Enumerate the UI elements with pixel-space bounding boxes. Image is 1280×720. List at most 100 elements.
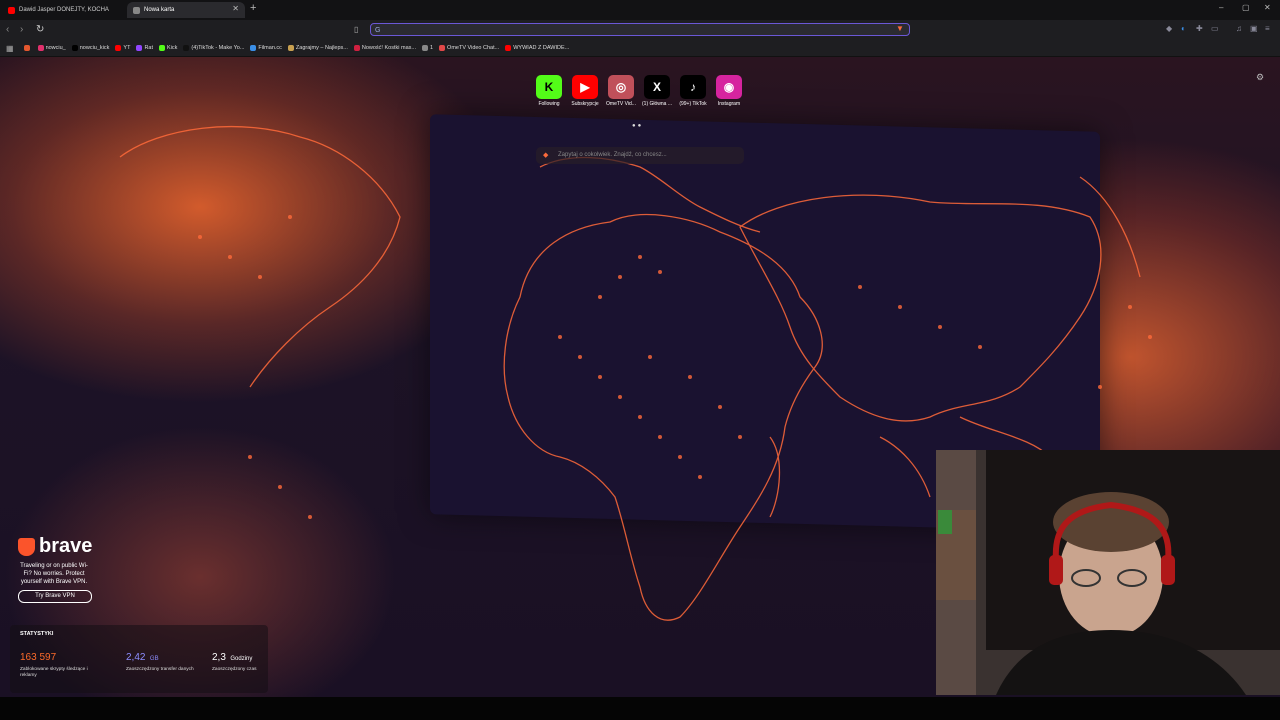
stat-value: 2,3: [212, 652, 226, 663]
bookmark-label: Rat: [144, 45, 153, 51]
bookmark-label: Kick: [167, 45, 178, 51]
apps-icon[interactable]: ▦: [6, 44, 14, 53]
top-site-label: Subskrypcje: [571, 101, 599, 107]
top-site-label: (1) Główna ...: [642, 101, 673, 107]
new-tab-button[interactable]: +: [250, 2, 256, 14]
google-icon: G: [375, 27, 381, 34]
bookmark-item[interactable]: Kick: [159, 45, 177, 51]
bookmark-favicon-icon: [421, 45, 428, 51]
search-box[interactable]: ◆ Zapytaj o cokolwiek. Znajdź, co chcesz…: [536, 147, 744, 164]
address-bar[interactable]: G: [370, 23, 910, 36]
sidebar-icon[interactable]: ▭: [1211, 24, 1219, 33]
reload-icon[interactable]: ↻: [36, 24, 44, 35]
stat-bandwidth: 2,42 GB Zaoszczędzony transfer danych: [126, 647, 196, 673]
youtube-icon: [8, 6, 15, 14]
bookmark-favicon-icon: [71, 45, 78, 51]
tab-title: Nowa karta: [144, 7, 175, 13]
wallet-icon[interactable]: ▣: [1250, 24, 1258, 33]
stat-value: 2,42: [126, 652, 146, 663]
top-site-icon: X: [644, 75, 670, 99]
menu-icon[interactable]: ≡: [1265, 24, 1270, 33]
stats-header: STATYSTYKI: [20, 631, 54, 637]
bookmark-favicon-icon: [439, 45, 446, 51]
stat-desc: Zablokowane skrypty śledzące i reklamy: [20, 667, 88, 678]
bookmark-item[interactable]: WYWIAD Z DAWIDE...: [505, 45, 569, 51]
brave-lion-icon: [18, 537, 35, 556]
bookmark-label: 1: [429, 45, 434, 51]
top-site-icon: ◎: [608, 75, 634, 99]
restore-button[interactable]: ▢: [1242, 3, 1250, 12]
brave-vpn-promo: brave Traveling or on public Wi-Fi? No w…: [18, 535, 128, 603]
top-sites: K Following ▶ Subskrypcje ◎ OmeTV Vid... X (1) …: [535, 75, 743, 107]
puzzle-icon[interactable]: ✚: [1196, 24, 1203, 33]
webcam-person-image: [936, 450, 1280, 695]
bookmark-label: YT: [123, 45, 131, 51]
bookmark-item[interactable]: Filman.cc: [250, 45, 282, 51]
stats-widget: STATYSTYKI 163 597 Zablokowane skrypty ś…: [10, 625, 268, 693]
bookmark-favicon-icon: [159, 45, 165, 51]
brave-shield-icon[interactable]: ▼: [896, 24, 904, 33]
bookmark-favicon-icon: [250, 45, 257, 51]
bookmark-item[interactable]: YT: [115, 45, 130, 51]
top-site-tile[interactable]: ♪ (99+) TikTok: [679, 75, 707, 107]
extension-icon[interactable]: ◆: [1166, 24, 1172, 33]
bookmark-favicon-icon: [505, 45, 512, 51]
bookmark-favicon-icon: [115, 45, 122, 51]
top-site-label: Following: [538, 101, 560, 107]
stat-desc: Zaoszczędzony transfer danych: [126, 667, 194, 672]
bookmark-favicon-icon: [353, 45, 360, 51]
top-site-tile[interactable]: ▶ Subskrypcje: [571, 75, 599, 107]
try-brave-vpn-button[interactable]: Try Brave VPN: [18, 590, 92, 603]
search-placeholder: Zapytaj o cokolwiek. Znajdź, co chcesz..…: [558, 152, 667, 158]
top-site-tile[interactable]: ◎ OmeTV Vid...: [606, 75, 636, 107]
stat-value: 163 597: [20, 652, 57, 663]
bookmark-item[interactable]: [23, 45, 32, 51]
bookmark-label: Zagrajmy – Najleps...: [295, 45, 348, 51]
media-icon[interactable]: ♫: [1236, 24, 1242, 33]
forward-icon[interactable]: ›: [20, 24, 23, 35]
bookmark-item[interactable]: (4)TikTok - Make Yo...: [183, 45, 244, 51]
tab-nowa-karta[interactable]: Nowa karta ✕: [127, 2, 245, 18]
bookmark-label: Filman.cc: [258, 45, 282, 51]
back-icon[interactable]: ‹: [6, 24, 9, 35]
brave-wordmark: brave: [39, 535, 93, 557]
brave-logo: brave: [18, 535, 128, 558]
top-site-label: OmeTV Vid...: [606, 101, 636, 107]
brave-search-icon: ◆: [543, 152, 549, 159]
bookmark-favicon-icon: [287, 45, 294, 51]
bookmark-item[interactable]: OmeTV Video Chat...: [439, 45, 499, 51]
bookmark-label: WYWIAD Z DAWIDE...: [513, 45, 570, 51]
bookmark-item[interactable]: nowciu_: [37, 45, 66, 51]
bookmark-item[interactable]: Zagrajmy – Najleps...: [287, 45, 348, 51]
bookmark-item[interactable]: 1: [421, 45, 434, 51]
extension-icon[interactable]: ◐: [1181, 24, 1186, 33]
bookmark-item[interactable]: Nowość! Kostki mas...: [353, 45, 416, 51]
bookmark-favicon-icon: [183, 45, 190, 51]
bookmark-label: nowciu_: [45, 45, 66, 51]
top-site-tile[interactable]: ◉ Instagram: [715, 75, 743, 107]
bookmark-icon[interactable]: ▯: [354, 25, 358, 34]
stat-unit: GB: [149, 656, 159, 662]
bookmark-item[interactable]: nowciu_kick: [71, 45, 109, 51]
top-site-icon: ▶: [572, 75, 598, 99]
bookmark-item[interactable]: Rat: [136, 45, 153, 51]
top-site-icon: K: [536, 75, 562, 99]
top-site-tile[interactable]: K Following: [535, 75, 563, 107]
brave-tab-icon: [133, 6, 140, 14]
tab-strip: Dawid Jasper DONEJTY, KOCHA Nowa karta ✕…: [0, 0, 1280, 20]
bottom-bar: [0, 697, 1280, 720]
top-site-tile[interactable]: X (1) Główna ...: [642, 75, 673, 107]
close-tab-icon[interactable]: ✕: [232, 4, 239, 13]
folder-icon: [23, 45, 30, 51]
page-indicator[interactable]: ●●: [632, 123, 643, 129]
close-window-button[interactable]: ✕: [1264, 3, 1271, 12]
stat-trackers: 163 597 Zablokowane skrypty śledzące i r…: [20, 647, 90, 679]
vpn-promo-text: Traveling or on public Wi-Fi? No worries…: [20, 563, 88, 585]
bookmark-favicon-icon: [136, 45, 143, 51]
minimize-button[interactable]: –: [1219, 3, 1223, 12]
tab-dawid-jasper[interactable]: Dawid Jasper DONEJTY, KOCHA: [2, 2, 124, 18]
gear-icon[interactable]: ⚙: [1256, 72, 1264, 83]
stat-time: 2,3 Godziny Zaoszczędzony czas: [212, 647, 282, 673]
top-site-icon: ♪: [680, 75, 706, 99]
stat-desc: Zaoszczędzony czas: [212, 667, 257, 672]
